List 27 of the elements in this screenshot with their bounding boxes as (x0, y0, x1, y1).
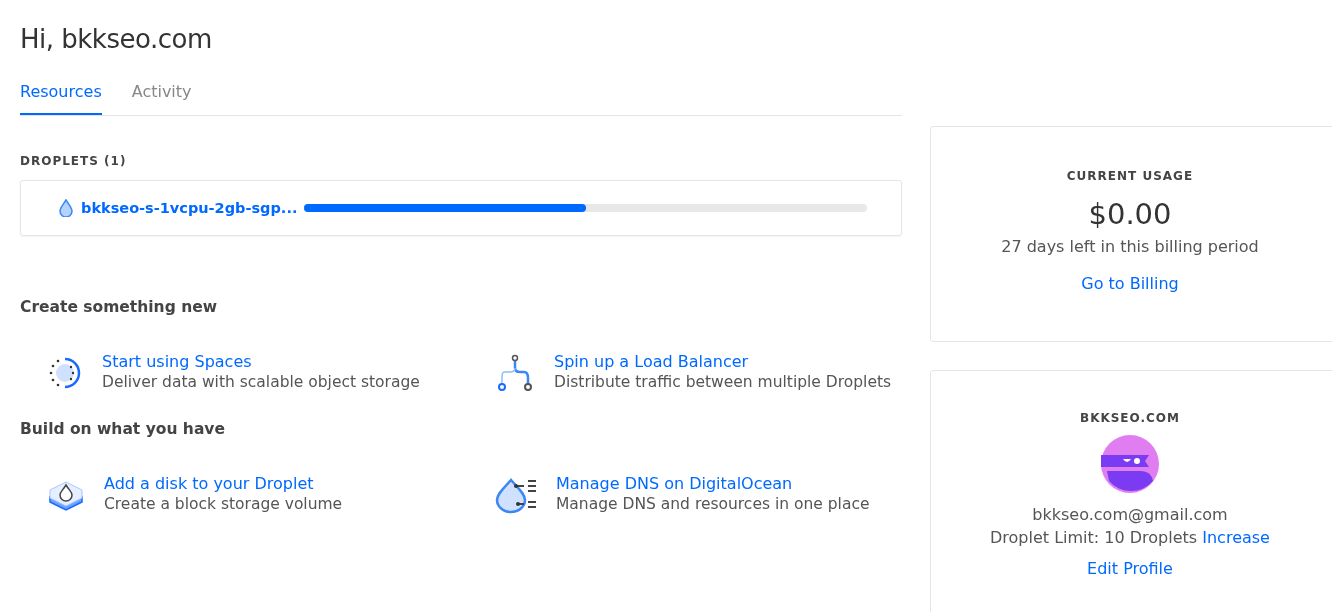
email-text: bkkseo.com@gmail.com (1032, 505, 1228, 524)
dns-icon (494, 476, 538, 514)
tab[interactable]: Resources (20, 78, 102, 115)
action-description: Distribute traffic between multiple Droplets (554, 373, 892, 391)
water-drop-icon (59, 199, 73, 217)
section-heading: Create something new (20, 298, 218, 316)
edit-profile-link[interactable]: Edit Profile (1087, 559, 1173, 578)
usage-amount: $0.00 (1088, 197, 1172, 231)
billing-link[interactable]: Go to Billing (1081, 274, 1179, 293)
avatar-drawing (1101, 435, 1159, 493)
droplet-limit-text: Droplet Limit: 10 Droplets (990, 528, 1198, 547)
droplet-link[interactable]: bkkseo-s-1vcpu-2gb-sgp... (81, 200, 296, 216)
tab[interactable]: Activity (131, 78, 192, 115)
section-heading: Build on what you have (20, 420, 226, 438)
billing-period-text: 27 days left in this billing period (1001, 237, 1259, 256)
increase-link[interactable]: Increase (1202, 528, 1270, 547)
action-link[interactable]: Spin up a Load Balancer (554, 352, 749, 371)
action-link[interactable]: Start using Spaces (102, 352, 252, 371)
action-link[interactable]: Manage DNS on DigitalOcean (556, 474, 793, 493)
card-heading: CURRENT USAGE (1066, 169, 1194, 183)
action-link[interactable]: Add a disk to your Droplet (104, 474, 314, 493)
action-description: Create a block storage volume (104, 495, 343, 513)
action-description: Deliver data with scalable object storage (102, 373, 420, 391)
page-greeting: Hi, bkkseo.com (20, 24, 213, 54)
card-heading: BKKSEO.COM (1080, 411, 1180, 425)
section-heading: DROPLETS (1) (20, 154, 128, 168)
action-description: Manage DNS and resources in one place (556, 495, 870, 513)
